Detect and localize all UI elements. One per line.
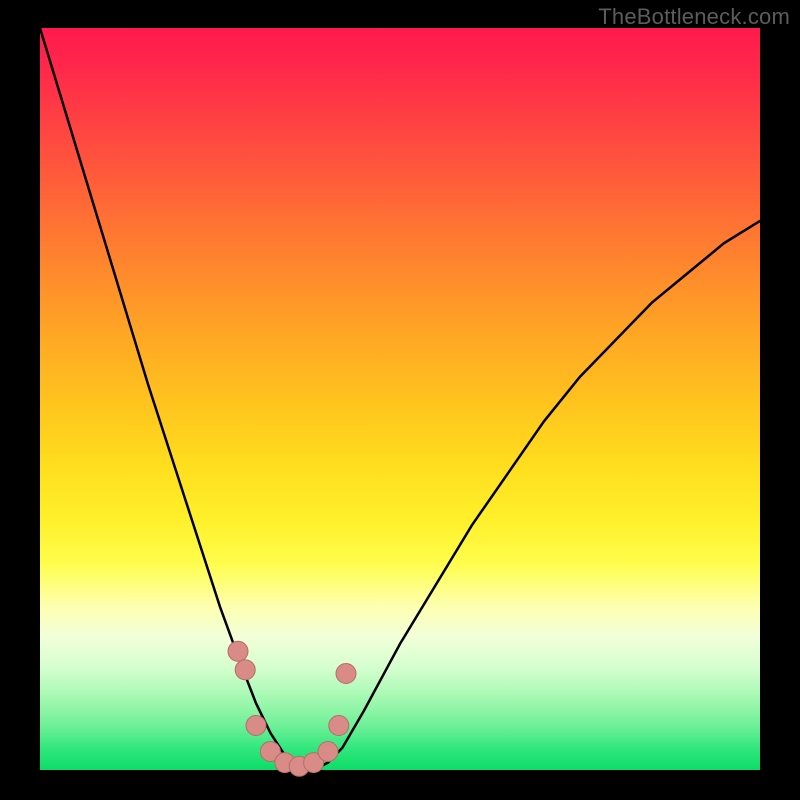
- bottleneck-curve-left: [40, 28, 299, 770]
- watermark-text: TheBottleneck.com: [598, 4, 790, 30]
- curve-marker: [318, 742, 338, 762]
- marker-group: [228, 641, 356, 776]
- bottleneck-curve-right: [299, 221, 760, 770]
- curve-marker: [336, 664, 356, 684]
- curve-marker: [246, 716, 266, 736]
- curve-marker: [235, 660, 255, 680]
- curve-marker: [329, 716, 349, 736]
- curve-layer: [40, 28, 760, 770]
- curve-marker: [228, 641, 248, 661]
- chart-frame: TheBottleneck.com: [0, 0, 800, 800]
- plot-area: [40, 28, 760, 770]
